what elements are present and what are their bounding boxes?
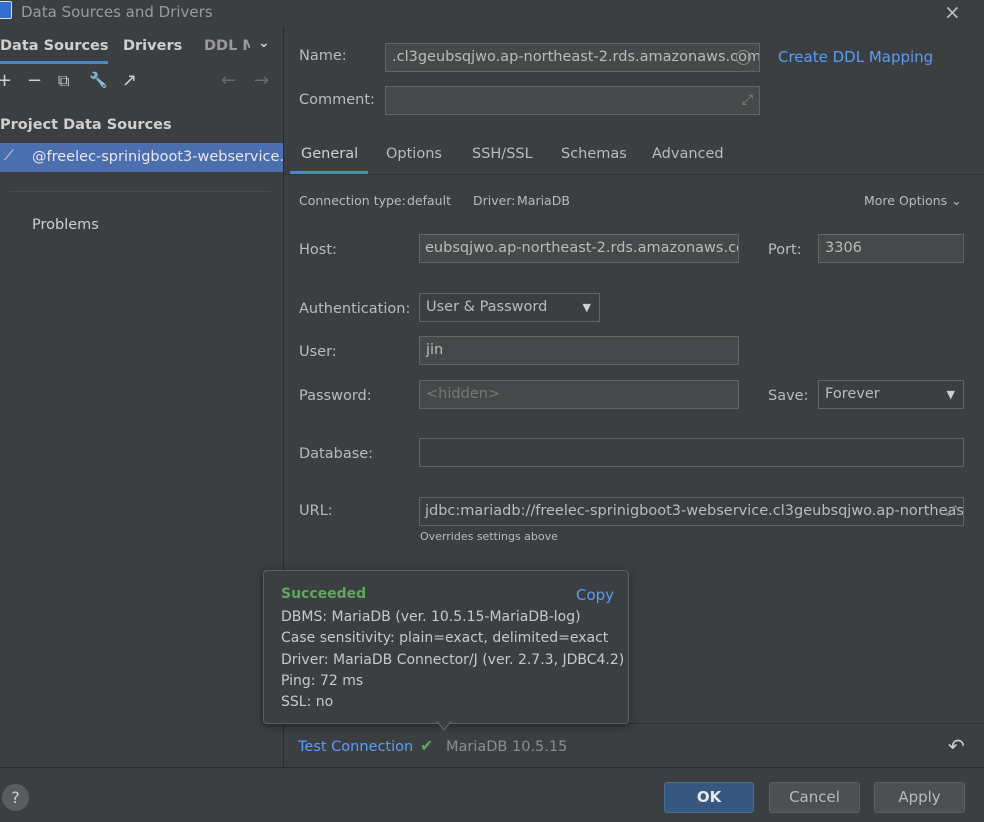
wrench-icon[interactable]: 🔧: [89, 71, 108, 89]
divider: [10, 191, 270, 192]
database-label: Database:: [299, 446, 374, 462]
list-item-datasource[interactable]: ⟋ @freelec-sprinigboot3-webservice.cl3: [0, 143, 283, 172]
save-value: Forever: [825, 386, 880, 402]
active-tab-indicator: [0, 61, 108, 64]
comment-field[interactable]: ⤢: [385, 86, 760, 115]
add-icon[interactable]: +: [0, 70, 12, 91]
create-ddl-mapping-link[interactable]: Create DDL Mapping: [778, 48, 933, 66]
popup-line: DBMS: MariaDB (ver. 10.5.15-MariaDB-log): [281, 609, 581, 625]
expand-icon[interactable]: ⤢: [742, 87, 753, 114]
url-hint: Overrides settings above: [420, 530, 558, 543]
status-badge: Succeeded: [281, 586, 367, 602]
name-field[interactable]: .cl3geubsqjwo.ap-northeast-2.rds.amazona…: [385, 43, 760, 72]
check-icon: ✔: [420, 736, 434, 755]
forward-arrow-icon[interactable]: →: [254, 70, 269, 91]
driver-version: MariaDB 10.5.15: [446, 739, 568, 755]
name-value: .cl3geubsqjwo.ap-northeast-2.rds.amazona…: [392, 49, 760, 65]
password-placeholder: <hidden>: [426, 386, 501, 402]
active-tab-indicator: [290, 171, 368, 174]
datasource-label: @freelec-sprinigboot3-webservice.cl3: [32, 149, 283, 165]
popup-line: Case sensitivity: plain=exact, delimited…: [281, 630, 609, 646]
popup-line: Driver: MariaDB Connector/J (ver. 2.7.3,…: [281, 652, 625, 668]
port-field[interactable]: 3306: [818, 234, 964, 263]
chevron-down-icon[interactable]: ⌄: [258, 35, 270, 51]
authentication-value: User & Password: [426, 299, 548, 315]
popup-line: SSL: no: [281, 694, 334, 710]
database-field[interactable]: [419, 438, 964, 467]
ok-button[interactable]: OK: [664, 782, 754, 813]
connection-type-link[interactable]: default: [407, 193, 451, 208]
copy-link[interactable]: Copy: [576, 586, 614, 604]
problems-item[interactable]: Problems: [32, 217, 99, 233]
url-value: jdbc:mariadb://freelec-sprinigboot3-webs…: [425, 503, 964, 519]
comment-label: Comment:: [299, 92, 375, 108]
host-label: Host:: [299, 242, 337, 258]
export-icon[interactable]: ↗: [122, 70, 137, 91]
url-field[interactable]: jdbc:mariadb://freelec-sprinigboot3-webs…: [419, 497, 964, 526]
driver-link[interactable]: MariaDB: [517, 193, 570, 208]
driver-label: Driver:: [473, 193, 516, 208]
authentication-select[interactable]: User & Password ▼: [419, 293, 600, 322]
section-project-data-sources: Project Data Sources: [0, 117, 172, 133]
save-label: Save:: [768, 388, 809, 404]
back-arrow-icon[interactable]: ←: [221, 70, 236, 91]
password-label: Password:: [299, 388, 372, 404]
tab-data-sources[interactable]: Data Sources: [0, 38, 109, 54]
tab-ddl-mappings[interactable]: DDL M: [204, 38, 250, 54]
divider: [0, 767, 984, 768]
url-label: URL:: [299, 503, 333, 519]
host-value: eubsqjwo.ap-northeast-2.rds.amazonaws.co…: [425, 240, 739, 256]
port-label: Port:: [768, 242, 802, 258]
help-icon[interactable]: ?: [2, 784, 29, 811]
connection-type-label: Connection type:: [299, 193, 406, 208]
duplicate-icon[interactable]: ⧉: [58, 71, 69, 91]
password-field[interactable]: <hidden>: [419, 380, 739, 409]
tab-general[interactable]: General: [301, 146, 358, 162]
dropdown-arrow-icon: ▼: [946, 388, 955, 401]
color-circle-icon[interactable]: [736, 50, 751, 65]
popup-line: Ping: 72 ms: [281, 673, 364, 689]
expand-icon[interactable]: ⤢: [946, 498, 957, 525]
port-value: 3306: [825, 240, 862, 256]
tab-advanced[interactable]: Advanced: [652, 146, 724, 162]
host-field[interactable]: eubsqjwo.ap-northeast-2.rds.amazonaws.co…: [419, 234, 739, 263]
name-label: Name:: [299, 48, 347, 64]
sidebar: Data Sources Drivers DDL M ⌄ + − ⧉ 🔧 ↗ ←…: [0, 26, 284, 767]
more-options-link[interactable]: More Options ⌄: [864, 193, 962, 208]
tab-schemas[interactable]: Schemas: [561, 146, 627, 162]
apply-button[interactable]: Apply: [874, 782, 965, 813]
tab-drivers[interactable]: Drivers: [123, 38, 182, 54]
datasource-icon: ⟋: [4, 148, 14, 164]
authentication-label: Authentication:: [299, 301, 411, 317]
cancel-button[interactable]: Cancel: [769, 782, 860, 813]
close-icon[interactable]: ×: [944, 0, 961, 24]
user-label: User:: [299, 344, 337, 360]
dropdown-arrow-icon: ▼: [582, 301, 591, 314]
tab-options[interactable]: Options: [386, 146, 442, 162]
tab-ssh-ssl[interactable]: SSH/SSL: [472, 146, 533, 162]
save-select[interactable]: Forever ▼: [818, 380, 964, 409]
undo-icon[interactable]: ↶: [948, 734, 965, 758]
app-icon: [0, 1, 12, 19]
user-value: jin: [426, 342, 444, 358]
tabs-divider: [284, 174, 984, 175]
remove-icon[interactable]: −: [27, 70, 42, 91]
window-title: Data Sources and Drivers: [21, 3, 213, 21]
user-field[interactable]: jin: [419, 336, 739, 365]
test-connection-link[interactable]: Test Connection: [298, 739, 413, 755]
title-bar: Data Sources and Drivers ×: [0, 0, 984, 26]
test-connection-popup: Succeeded Copy DBMS: MariaDB (ver. 10.5.…: [263, 570, 629, 724]
popup-pointer-inner: [437, 720, 451, 729]
